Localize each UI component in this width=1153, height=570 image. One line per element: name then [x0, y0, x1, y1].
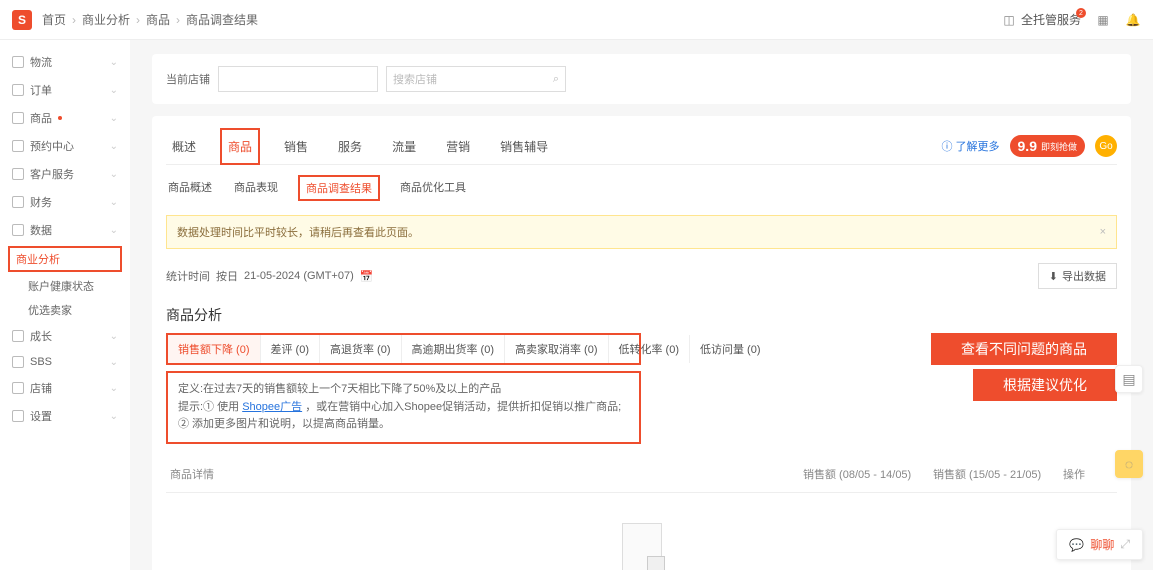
processing-alert: 数据处理时间比平时较长，请稍后再查看此页面。 × [166, 215, 1117, 249]
sidebar-item-reservation[interactable]: 预约中心⌄ [0, 132, 130, 160]
main-panel: 概述 商品 销售 服务 流量 营销 销售辅导 ⓘ了解更多 9.9即刻抢做 Go … [152, 116, 1131, 570]
breadcrumb-item: 商品调查结果 [186, 11, 258, 28]
go-button[interactable]: Go [1095, 135, 1117, 157]
export-button[interactable]: ⬇ 导出数据 [1038, 263, 1117, 289]
alert-close-button[interactable]: × [1100, 226, 1106, 238]
callout-view-issues: 查看不同问题的商品 [931, 333, 1117, 365]
table-header: 商品详情 销售额 (08/05 - 14/05) 销售额 (15/05 - 21… [166, 456, 1117, 493]
chat-icon: 💬 [1069, 538, 1084, 552]
notification-badge: 2 [1076, 8, 1086, 18]
sidebar-item-sbs[interactable]: SBS⌄ [0, 350, 130, 374]
filter-low-traffic[interactable]: 低访问量 (0) [690, 335, 771, 363]
time-mode[interactable]: 按日 [216, 268, 238, 284]
breadcrumb-sep: › [176, 13, 180, 27]
sidebar-item-orders[interactable]: 订单⌄ [0, 76, 130, 104]
shop-label: 当前店铺 [166, 71, 210, 87]
chat-button[interactable]: 💬 聊聊 ⤢ [1056, 529, 1143, 560]
tip-prefix: 提示:① 使用 [178, 401, 239, 413]
filter-late-ship[interactable]: 高逾期出货率 (0) [402, 335, 506, 363]
download-icon: ⬇ [1049, 270, 1058, 283]
time-value[interactable]: 21-05-2024 (GMT+07) [244, 270, 354, 282]
tab-coaching[interactable]: 销售辅导 [494, 130, 554, 163]
filter-low-conversion[interactable]: 低转化率 (0) [609, 335, 691, 363]
th-sales-curr: 销售额 (15/05 - 21/05) [933, 466, 1063, 482]
sidebar-item-products[interactable]: 商品 ⌄ [0, 104, 130, 132]
sidebar-item-logistics[interactable]: 物流⌄ [0, 48, 130, 76]
breadcrumb-item[interactable]: 商品 [146, 11, 170, 28]
breadcrumb-item[interactable]: 首页 [42, 11, 66, 28]
shop-search-input[interactable]: 搜索店铺 ⌕ [386, 66, 566, 92]
tab-service[interactable]: 服务 [332, 130, 368, 163]
shop-selector-panel: 当前店铺 搜索店铺 ⌕ [152, 54, 1131, 104]
sidebar-sub-preferred-seller[interactable]: 优选卖家 [0, 298, 130, 322]
section-title: 商品分析 [166, 295, 1117, 333]
breadcrumb-sep: › [136, 13, 140, 27]
subtab-product-overview[interactable]: 商品概述 [166, 175, 214, 201]
filter-high-return[interactable]: 高退货率 (0) [320, 335, 402, 363]
tab-marketing[interactable]: 营销 [440, 130, 476, 163]
search-icon: ⌕ [553, 73, 559, 86]
breadcrumb-sep: › [72, 13, 76, 27]
empty-icon [622, 523, 662, 570]
chat-expand-icon: ⤢ [1120, 537, 1130, 552]
shop-select[interactable] [218, 66, 378, 92]
time-range-row: 统计时间 按日 21-05-2024 (GMT+07) 📅 ⬇ 导出数据 [166, 257, 1117, 295]
float-widget-button[interactable]: ▤ [1115, 365, 1143, 393]
time-label: 统计时间 [166, 268, 210, 284]
info-icon: ⓘ [942, 138, 953, 154]
subtab-product-performance[interactable]: 商品表现 [232, 175, 280, 201]
shopee-ads-link[interactable]: Shopee广告 [242, 401, 302, 413]
callout-optimize: 根据建议优化 [973, 369, 1117, 401]
cube-icon: ◫ [1001, 12, 1017, 28]
bell-icon[interactable]: 🔔 [1125, 12, 1141, 28]
tab-sales[interactable]: 销售 [278, 130, 314, 163]
sidebar-item-data[interactable]: 数据⌄ [0, 216, 130, 244]
subtab-product-optimize[interactable]: 商品优化工具 [398, 175, 468, 201]
filter-row: 销售额下降 (0) 差评 (0) 高退货率 (0) 高逾期出货率 (0) 高卖家… [166, 333, 1117, 444]
filter-sales-drop[interactable]: 销售额下降 (0) [168, 335, 261, 363]
tab-overview[interactable]: 概述 [166, 130, 202, 163]
issue-filter-tabs: 销售额下降 (0) 差评 (0) 高退货率 (0) 高逾期出货率 (0) 高卖家… [166, 333, 641, 365]
th-sales-prev: 销售额 (08/05 - 14/05) [803, 466, 933, 482]
learn-more-link[interactable]: ⓘ了解更多 [942, 138, 1000, 154]
sub-tabs: 商品概述 商品表现 商品调查结果 商品优化工具 [166, 165, 1117, 207]
promo-badge[interactable]: 9.9即刻抢做 [1010, 135, 1085, 157]
main-tabs: 概述 商品 销售 服务 流量 营销 销售辅导 ⓘ了解更多 9.9即刻抢做 Go [166, 128, 1117, 165]
definition-text: 定义:在过去7天的销售额较上一个7天相比下降了50%及以上的产品 [178, 381, 629, 399]
sidebar-item-service[interactable]: 客户服务⌄ [0, 160, 130, 188]
sidebar-item-settings[interactable]: 设置⌄ [0, 402, 130, 430]
sidebar-item-finance[interactable]: 财务⌄ [0, 188, 130, 216]
definition-box: 定义:在过去7天的销售额较上一个7天相比下降了50%及以上的产品 提示:① 使用… [166, 371, 641, 444]
subtab-product-diagnosis[interactable]: 商品调查结果 [298, 175, 380, 201]
left-sidebar: 物流⌄ 订单⌄ 商品 ⌄ 预约中心⌄ 客户服务⌄ 财务⌄ 数据⌄ 商业分析 账户… [0, 40, 130, 570]
main-content: 当前店铺 搜索店铺 ⌕ 概述 商品 销售 服务 流量 营销 销售辅导 ⓘ了解更多 [130, 40, 1153, 570]
th-product: 商品详情 [170, 466, 803, 482]
tab-product[interactable]: 商品 [220, 128, 260, 165]
grid-icon[interactable]: ▦ [1095, 12, 1111, 28]
top-header: S 首页 › 商业分析 › 商品 › 商品调查结果 ◫ 全托管服务 2 ▦ 🔔 [0, 0, 1153, 40]
filter-bad-review[interactable]: 差评 (0) [261, 335, 321, 363]
empty-state: 没有数据 [166, 493, 1117, 570]
th-operation: 操作 [1063, 466, 1113, 482]
shopee-logo[interactable]: S [12, 10, 32, 30]
float-help-button[interactable]: ◌ [1115, 450, 1143, 478]
sidebar-item-shop[interactable]: 店铺⌄ [0, 374, 130, 402]
calendar-icon[interactable]: 📅 [360, 270, 374, 283]
service-button[interactable]: ◫ 全托管服务 2 [1001, 11, 1081, 28]
tab-traffic[interactable]: 流量 [386, 130, 422, 163]
breadcrumb: 首页 › 商业分析 › 商品 › 商品调查结果 [42, 11, 258, 28]
sidebar-item-growth[interactable]: 成长⌄ [0, 322, 130, 350]
breadcrumb-item[interactable]: 商业分析 [82, 11, 130, 28]
sidebar-sub-account-health[interactable]: 账户健康状态 [0, 274, 130, 298]
sidebar-sub-business-analysis[interactable]: 商业分析 [8, 246, 122, 272]
filter-seller-cancel[interactable]: 高卖家取消率 (0) [505, 335, 609, 363]
